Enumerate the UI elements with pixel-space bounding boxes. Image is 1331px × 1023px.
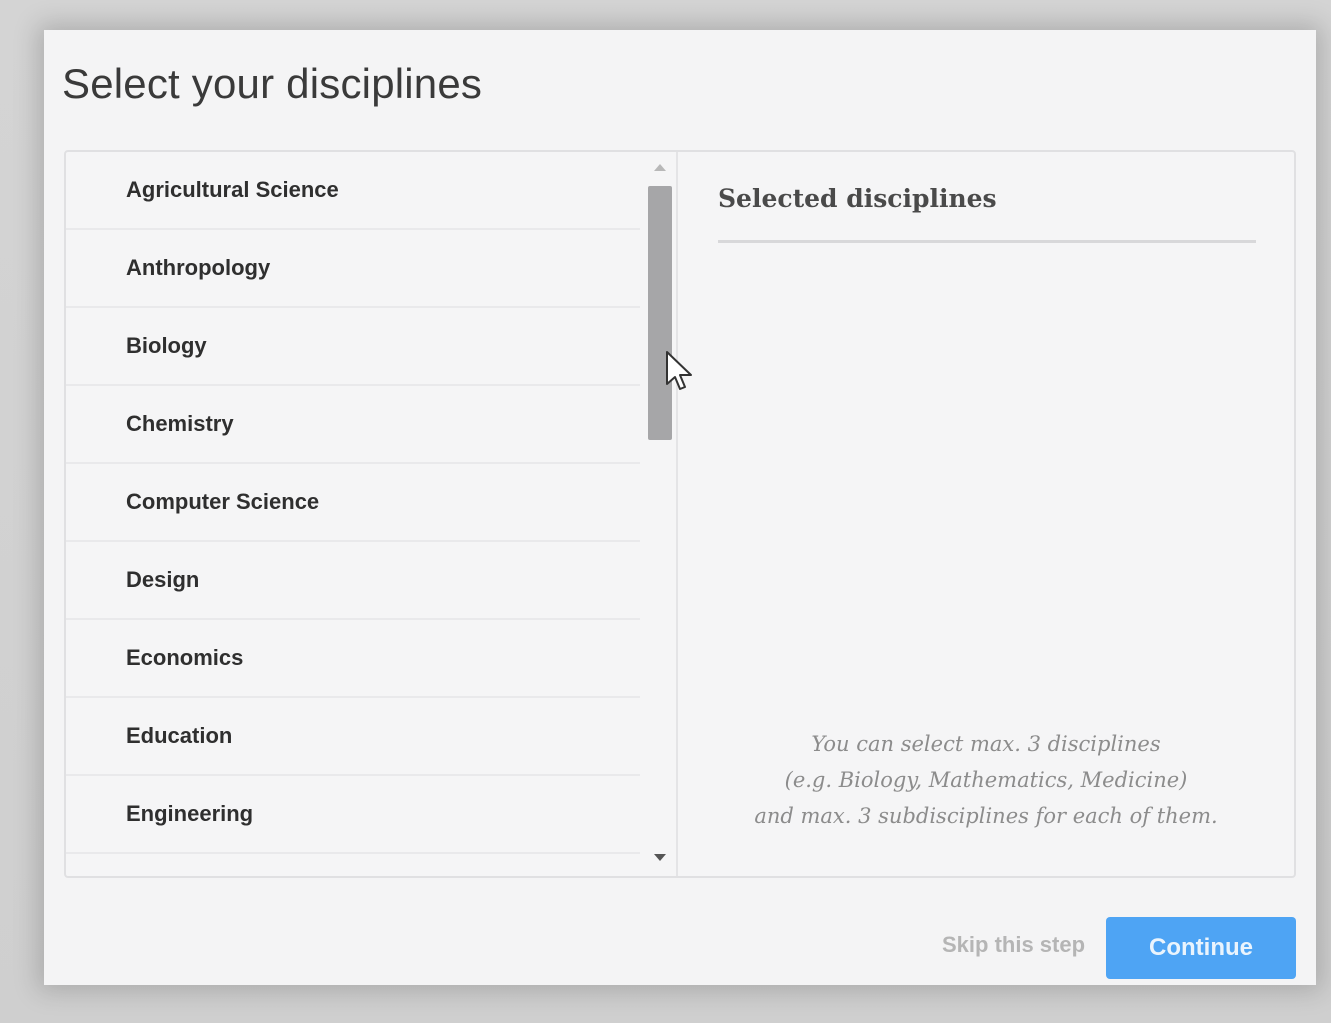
triangle-down-icon[interactable] — [654, 854, 666, 861]
hint-line: You can select max. 3 disciplines — [811, 732, 1161, 756]
discipline-dialog: Select your disciplines Agricultural Sci… — [44, 30, 1316, 985]
discipline-item-design[interactable]: Design — [66, 542, 640, 620]
triangle-up-icon[interactable] — [654, 164, 666, 171]
discipline-item-chemistry[interactable]: Chemistry — [66, 386, 640, 464]
discipline-list: Agricultural Science Anthropology Biolog… — [66, 152, 678, 876]
hint-line: and max. 3 subdisciplines for each of th… — [754, 804, 1218, 828]
discipline-item-biology[interactable]: Biology — [66, 308, 640, 386]
scrollbar-thumb[interactable] — [648, 186, 672, 440]
discipline-item-education[interactable]: Education — [66, 698, 640, 776]
discipline-item-anthropology[interactable]: Anthropology — [66, 230, 640, 308]
skip-step-link[interactable]: Skip this step — [942, 932, 1085, 958]
divider — [718, 240, 1256, 243]
list-scrollbar[interactable] — [646, 160, 674, 872]
dialog-title: Select your disciplines — [62, 60, 483, 107]
discipline-item-computer-science[interactable]: Computer Science — [66, 464, 640, 542]
discipline-panel: Agricultural Science Anthropology Biolog… — [64, 150, 1296, 878]
selection-hint: You can select max. 3 disciplines (e.g. … — [698, 726, 1274, 834]
discipline-item-economics[interactable]: Economics — [66, 620, 640, 698]
mouse-pointer-icon — [666, 351, 692, 390]
selected-disciplines-title: Selected disciplines — [718, 184, 997, 213]
continue-button[interactable]: Continue — [1106, 917, 1296, 979]
discipline-item-engineering[interactable]: Engineering — [66, 776, 640, 854]
discipline-item-agricultural-science[interactable]: Agricultural Science — [66, 152, 640, 230]
hint-line: (e.g. Biology, Mathematics, Medicine) — [784, 768, 1188, 792]
selected-disciplines-pane: Selected disciplines You can select max.… — [678, 152, 1294, 876]
